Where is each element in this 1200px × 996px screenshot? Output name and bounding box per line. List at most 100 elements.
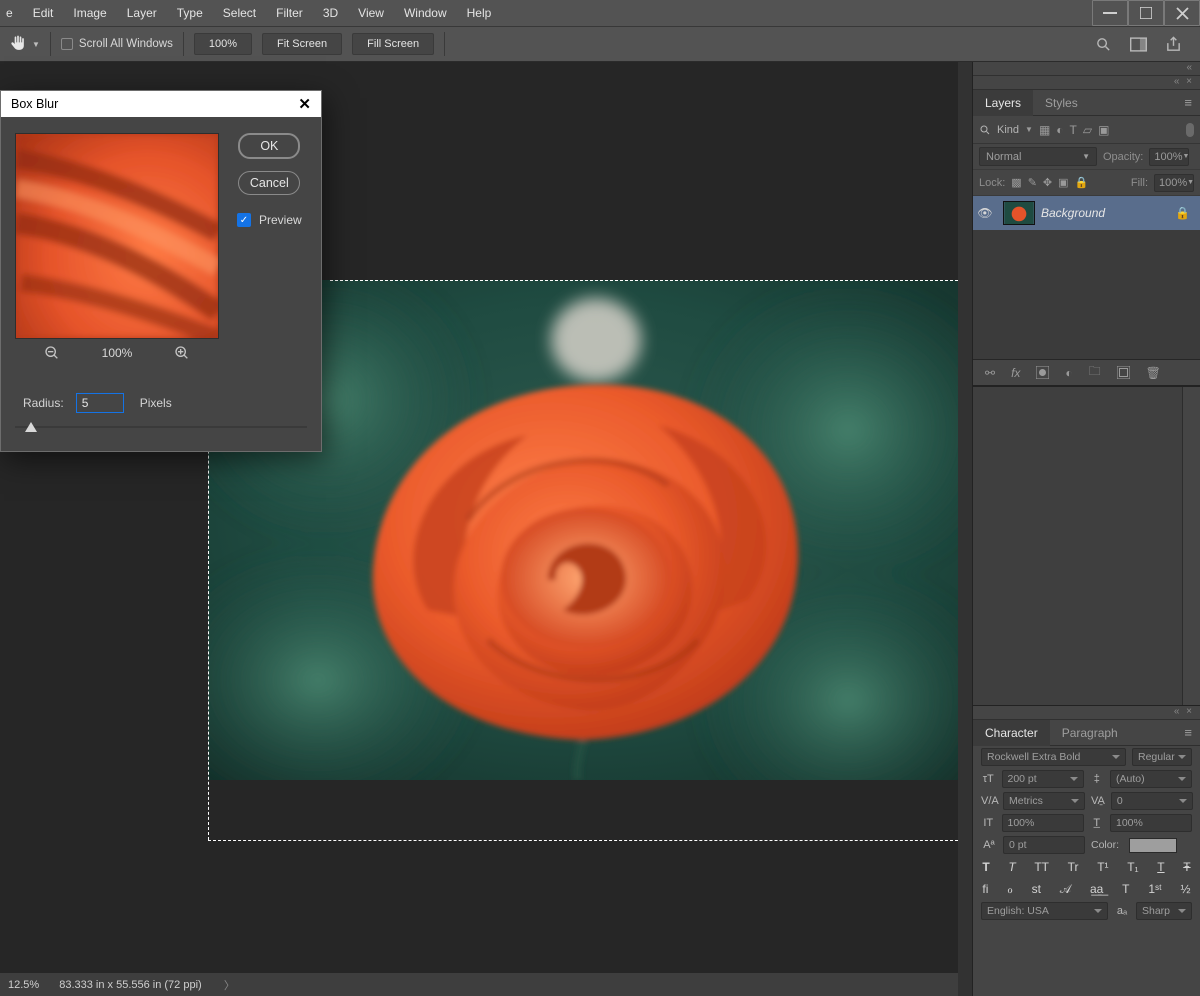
filter-pixel-icon[interactable]: ▦ — [1039, 123, 1050, 137]
filter-toggle[interactable] — [1186, 123, 1194, 137]
panel-menu-icon[interactable]: ≡ — [1184, 725, 1192, 740]
kerning-field[interactable]: Metrics — [1003, 792, 1085, 810]
ordinals-button[interactable]: 1ˢᵗ — [1148, 882, 1161, 896]
fill-screen-button[interactable]: Fill Screen — [352, 33, 434, 55]
preview-checkbox[interactable]: ✓ Preview — [237, 213, 302, 227]
tab-styles[interactable]: Styles — [1033, 90, 1090, 116]
faux-bold-button[interactable]: T — [982, 860, 989, 874]
contextual-alt-button[interactable]: ℴ — [1007, 882, 1013, 896]
panel-menu-icon[interactable]: ≡ — [1184, 95, 1192, 110]
stylistic-alt-button[interactable]: a͟a͟ — [1090, 882, 1103, 896]
lock-brush-icon[interactable]: ✎ — [1028, 176, 1037, 189]
ok-button[interactable]: OK — [238, 133, 300, 159]
lock-all-icon[interactable]: 🔒 — [1075, 176, 1089, 189]
lock-label: Lock: — [979, 177, 1005, 189]
scroll-all-windows-checkbox[interactable]: Scroll All Windows — [61, 38, 173, 50]
tracking-field[interactable]: 0 — [1111, 792, 1193, 810]
tab-paragraph[interactable]: Paragraph — [1050, 720, 1130, 746]
vscale-field[interactable]: 100% — [1002, 814, 1084, 832]
workspace-icon[interactable] — [1130, 37, 1147, 52]
menu-item-e[interactable]: e — [0, 0, 23, 26]
layer-row-background[interactable]: 👁 Background 🔒 — [973, 196, 1200, 230]
faux-italic-button[interactable]: T — [1008, 860, 1015, 874]
lock-artboard-icon[interactable]: ▣ — [1058, 176, 1068, 189]
dialog-close-icon[interactable]: ✕ — [298, 95, 311, 113]
visibility-eye-icon[interactable]: 👁 — [973, 206, 997, 220]
menu-item-help[interactable]: Help — [457, 0, 502, 26]
hscale-field[interactable]: 100% — [1110, 814, 1192, 832]
group-icon[interactable]: 🗀 — [1089, 362, 1101, 383]
fractions-button[interactable]: ½ — [1181, 882, 1191, 896]
menu-item-image[interactable]: Image — [63, 0, 116, 26]
font-style-select[interactable]: Regular — [1132, 748, 1192, 766]
zoom-out-icon[interactable] — [44, 345, 60, 361]
menu-item-view[interactable]: View — [348, 0, 394, 26]
lock-move-icon[interactable]: ✥ — [1043, 176, 1052, 189]
subscript-button[interactable]: T₁ — [1127, 860, 1138, 874]
new-layer-icon[interactable] — [1117, 366, 1130, 379]
dialog-preview-image[interactable] — [15, 133, 219, 339]
font-family-select[interactable]: Rockwell Extra Bold — [981, 748, 1126, 766]
share-icon[interactable] — [1165, 36, 1182, 53]
window-maximize-icon[interactable] — [1128, 0, 1164, 26]
lock-transparent-icon[interactable]: ▩ — [1011, 176, 1021, 189]
tab-character[interactable]: Character — [973, 720, 1050, 746]
leading-field[interactable]: (Auto) — [1110, 770, 1192, 788]
slider-thumb-icon[interactable] — [25, 422, 37, 432]
filter-smart-icon[interactable]: ▣ — [1098, 123, 1109, 137]
filter-type-icon[interactable]: T — [1070, 123, 1077, 137]
layer-lock-icon[interactable]: 🔒 — [1175, 206, 1190, 220]
menu-item-edit[interactable]: Edit — [23, 0, 64, 26]
language-select[interactable]: English: USA — [981, 902, 1108, 920]
fill-field[interactable]: 100%▼ — [1154, 174, 1194, 192]
filter-adjust-icon[interactable]: ◐ — [1056, 123, 1063, 137]
baseline-field[interactable]: 0 pt — [1003, 836, 1085, 854]
layer-filter-kind[interactable]: Kind▼ — [979, 124, 1033, 136]
status-doc-info[interactable]: 83.333 in x 55.556 in (72 ppi) 〉 — [59, 977, 235, 993]
menu-item-filter[interactable]: Filter — [266, 0, 313, 26]
adjustment-layer-icon[interactable]: ◐ — [1065, 366, 1072, 380]
layer-mask-icon[interactable] — [1036, 366, 1049, 379]
menu-item-3d[interactable]: 3D — [313, 0, 348, 26]
panel-collapse-icon[interactable]: « × — [973, 706, 1200, 720]
window-minimize-icon[interactable] — [1092, 0, 1128, 26]
text-color-swatch[interactable] — [1129, 838, 1177, 853]
fit-screen-button[interactable]: Fit Screen — [262, 33, 342, 55]
ligatures-button[interactable]: fi — [982, 882, 988, 896]
window-close-icon[interactable] — [1164, 0, 1200, 26]
swash-button[interactable]: 𝒜 — [1060, 882, 1071, 897]
zoom-100-button[interactable]: 100% — [194, 33, 252, 55]
hand-tool-icon[interactable]: ▼ — [8, 34, 40, 54]
radius-slider[interactable] — [15, 419, 307, 435]
panel-collapse-icon[interactable]: « × — [973, 76, 1200, 90]
filter-shape-icon[interactable]: ▱ — [1083, 123, 1092, 137]
discretionary-lig-button[interactable]: st — [1032, 882, 1041, 896]
link-layers-icon[interactable]: ⚯ — [985, 366, 995, 380]
opacity-field[interactable]: 100%▼ — [1149, 148, 1189, 166]
underline-button[interactable]: T — [1157, 860, 1164, 874]
menu-item-type[interactable]: Type — [167, 0, 213, 26]
antialias-select[interactable]: Sharp — [1136, 902, 1192, 920]
small-caps-button[interactable]: Tr — [1068, 860, 1079, 874]
dialog-titlebar[interactable]: Box Blur ✕ — [1, 91, 321, 117]
menu-item-window[interactable]: Window — [394, 0, 457, 26]
blend-mode-select[interactable]: Normal▼ — [979, 147, 1097, 166]
titling-alt-button[interactable]: T — [1122, 882, 1129, 896]
menu-item-select[interactable]: Select — [213, 0, 266, 26]
trash-icon[interactable]: 🗑 — [1146, 366, 1161, 380]
cancel-button[interactable]: Cancel — [238, 171, 300, 195]
layer-fx-icon[interactable]: fx — [1011, 366, 1020, 380]
font-size-field[interactable]: 200 pt — [1002, 770, 1084, 788]
panel-collapse-icon[interactable]: « — [973, 62, 1200, 76]
tab-layers[interactable]: Layers — [973, 90, 1033, 116]
search-icon[interactable] — [1095, 36, 1112, 53]
layer-thumbnail — [1003, 201, 1035, 225]
status-zoom[interactable]: 12.5% — [8, 979, 39, 991]
layer-name[interactable]: Background — [1041, 206, 1175, 220]
superscript-button[interactable]: T¹ — [1097, 860, 1108, 874]
strike-button[interactable]: Ŧ — [1183, 860, 1190, 874]
radius-input[interactable] — [76, 393, 124, 413]
menu-item-layer[interactable]: Layer — [117, 0, 167, 26]
all-caps-button[interactable]: TT — [1034, 860, 1049, 874]
zoom-in-icon[interactable] — [174, 345, 190, 361]
